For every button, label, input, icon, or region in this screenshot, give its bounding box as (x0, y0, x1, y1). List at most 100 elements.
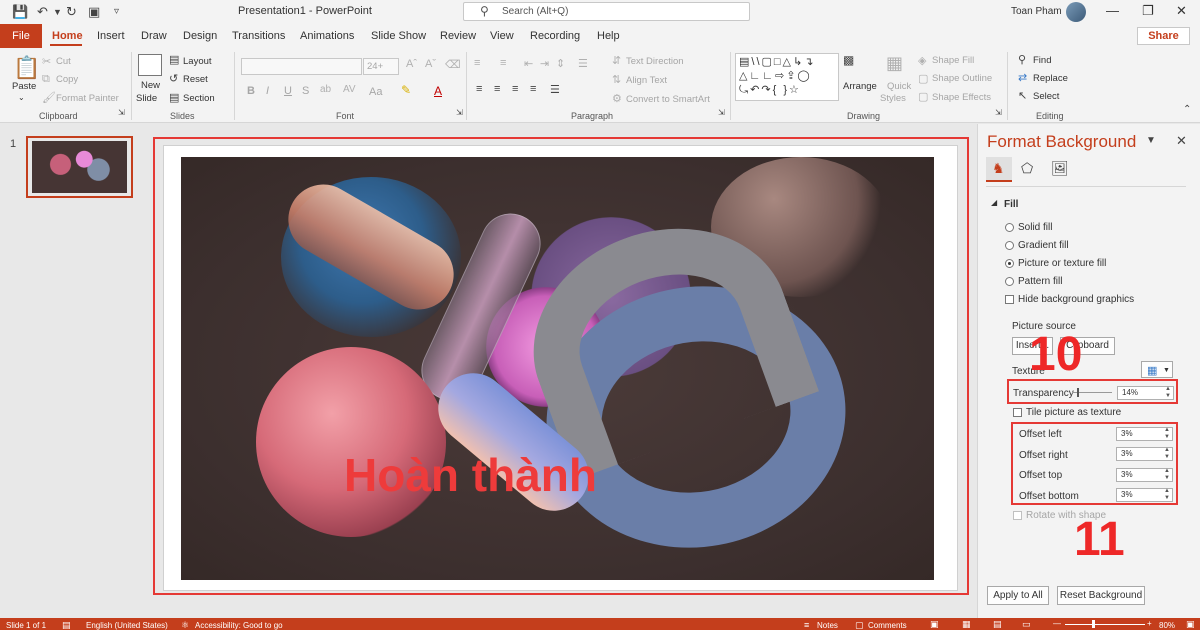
normal-view-icon[interactable]: ▣ (930, 619, 939, 630)
fill-tab[interactable]: ♞ (986, 157, 1012, 182)
align-text-button[interactable]: Align Text (626, 75, 667, 86)
increase-indent-icon[interactable]: ⇥ (540, 57, 549, 70)
paste-dropdown-icon[interactable]: ⌄ (18, 93, 25, 102)
reset-button[interactable]: Reset (183, 74, 208, 85)
strikethrough-button[interactable]: S (302, 85, 309, 97)
line-spacing-icon[interactable]: ⇕ (556, 57, 565, 70)
fill-section-header[interactable]: Fill (1004, 199, 1018, 210)
avatar[interactable] (1066, 2, 1086, 22)
paste-icon[interactable]: 📋 (13, 55, 40, 81)
align-left-icon[interactable]: ≡ (476, 83, 482, 95)
reading-view-icon[interactable]: ▤ (993, 619, 1002, 630)
tab-animations[interactable]: Animations (300, 30, 354, 42)
font-name-select[interactable] (241, 58, 362, 75)
pattern-fill-radio[interactable] (1005, 277, 1014, 286)
tab-slide-show[interactable]: Slide Show (371, 30, 426, 42)
shapes-gallery[interactable]: ▤\\▢□△↳↴ △∟∟⇨⇪◯ ⤿↶↷{ }☆ (735, 53, 839, 101)
justify-icon[interactable]: ≡ (530, 83, 536, 95)
tab-draw[interactable]: Draw (141, 30, 167, 42)
language-status[interactable]: English (United States) (86, 621, 168, 630)
align-right-icon[interactable]: ≡ (512, 83, 518, 95)
distributed-icon[interactable]: ☰ (550, 83, 560, 96)
zoom-slider[interactable] (1065, 624, 1145, 625)
new-slide-button[interactable]: New (141, 80, 160, 91)
rotate-with-shape-checkbox[interactable] (1013, 511, 1022, 520)
picture-fill-label[interactable]: Picture or texture fill (1018, 258, 1106, 269)
pattern-fill-label[interactable]: Pattern fill (1018, 276, 1062, 287)
pane-options-icon[interactable]: ▼ (1146, 135, 1156, 146)
zoom-level[interactable]: 80% (1159, 621, 1175, 630)
decrease-indent-icon[interactable]: ⇤ (524, 57, 533, 70)
new-slide-icon[interactable] (138, 54, 162, 76)
tab-insert[interactable]: Insert (97, 30, 125, 42)
select-button[interactable]: Select (1033, 91, 1059, 102)
tab-file[interactable]: File (0, 24, 42, 48)
comments-button[interactable]: Comments (868, 621, 907, 630)
tab-review[interactable]: Review (440, 30, 476, 42)
collapse-ribbon-icon[interactable]: ⌃ (1183, 104, 1191, 115)
gradient-fill-radio[interactable] (1005, 241, 1014, 250)
undo-icon[interactable]: ↶ (37, 4, 48, 20)
character-spacing-icon[interactable]: AV (343, 84, 356, 95)
tab-transitions[interactable]: Transitions (232, 30, 285, 42)
quick-styles-button[interactable]: Quick (887, 81, 911, 92)
font-size-select[interactable]: 24+ (363, 58, 399, 75)
collapse-fill-icon[interactable]: ◢ (991, 198, 997, 207)
change-case-button[interactable]: Aa (369, 86, 382, 98)
slide-sorter-icon[interactable]: ▦ (962, 619, 971, 630)
cut-button[interactable]: Cut (56, 56, 71, 67)
notes-button[interactable]: Notes (817, 621, 838, 630)
tab-home[interactable]: Home (52, 30, 83, 42)
bold-button[interactable]: B (247, 85, 255, 97)
layout-button[interactable]: Layout (183, 56, 212, 67)
hide-graphics-checkbox[interactable] (1005, 295, 1014, 304)
zoom-in-icon[interactable]: + (1147, 619, 1152, 628)
fit-slide-icon[interactable]: ▣ (1186, 619, 1195, 630)
tab-design[interactable]: Design (183, 30, 217, 42)
text-direction-button[interactable]: Text Direction (626, 56, 684, 67)
solid-fill-label[interactable]: Solid fill (1018, 222, 1052, 233)
font-color-button[interactable]: A (434, 84, 442, 98)
apply-to-all-button[interactable]: Apply to All (987, 586, 1049, 605)
shape-effects-button[interactable]: Shape Effects (932, 92, 991, 103)
shape-fill-button[interactable]: Shape Fill (932, 55, 974, 66)
tile-picture-checkbox[interactable] (1013, 408, 1022, 417)
drawing-launcher-icon[interactable]: ⇲ (995, 108, 1002, 117)
pane-close-icon[interactable]: ✕ (1176, 133, 1187, 149)
numbering-icon[interactable]: ≡ (500, 57, 506, 69)
reset-background-button[interactable]: Reset Background (1057, 586, 1145, 605)
accessibility-status[interactable]: Accessibility: Good to go (195, 621, 283, 630)
minimize-icon[interactable]: — (1106, 3, 1119, 18)
clipboard-launcher-icon[interactable]: ⇲ (118, 108, 125, 117)
slide-thumbnail[interactable] (26, 136, 133, 198)
restore-icon[interactable]: ❐ (1142, 3, 1154, 19)
tab-recording[interactable]: Recording (530, 30, 580, 42)
picture-fill-radio[interactable] (1005, 259, 1014, 268)
clear-formatting-icon[interactable]: ⌫ (445, 58, 461, 71)
zoom-out-icon[interactable]: — (1053, 619, 1061, 628)
customize-toolbar-icon[interactable]: ▿ (114, 6, 119, 17)
save-icon[interactable]: 💾 (12, 4, 28, 20)
arrange-button[interactable]: Arrange (843, 81, 877, 92)
underline-button[interactable]: U (284, 85, 292, 97)
share-button[interactable]: Share (1137, 27, 1190, 45)
texture-picker[interactable]: ▦ ▼ (1141, 361, 1173, 378)
undo-dropdown-icon[interactable]: ▼ (53, 7, 62, 17)
replace-button[interactable]: Replace (1033, 73, 1068, 84)
align-center-icon[interactable]: ≡ (494, 83, 500, 95)
search-input[interactable]: ⚲ Search (Alt+Q) (463, 2, 750, 21)
solid-fill-radio[interactable] (1005, 223, 1014, 232)
columns-icon[interactable]: ☰ (578, 57, 588, 70)
text-shadow-icon[interactable]: ab (320, 84, 331, 95)
gradient-fill-label[interactable]: Gradient fill (1018, 240, 1069, 251)
tab-view[interactable]: View (490, 30, 514, 42)
font-launcher-icon[interactable]: ⇲ (456, 108, 463, 117)
convert-smartart-button[interactable]: Convert to SmartArt (626, 94, 710, 105)
bullets-icon[interactable]: ≡ (474, 57, 480, 69)
tab-help[interactable]: Help (597, 30, 620, 42)
hide-graphics-label[interactable]: Hide background graphics (1018, 294, 1134, 305)
tile-picture-label[interactable]: Tile picture as texture (1026, 407, 1121, 418)
increase-font-icon[interactable]: Aˆ (406, 58, 417, 70)
italic-button[interactable]: I (266, 85, 269, 97)
copy-button[interactable]: Copy (56, 74, 78, 85)
